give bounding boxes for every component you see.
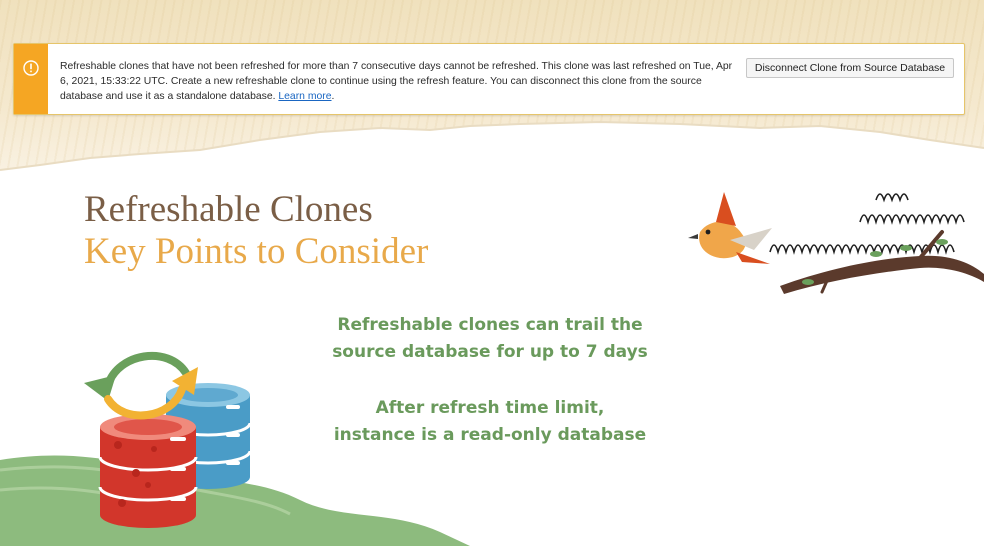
tree-branch [780, 230, 984, 294]
key-point-2-line-1: After refresh time limit, [375, 398, 605, 418]
key-point-1-line-2: source database for up to 7 days [332, 342, 648, 362]
refresh-warning-banner: Refreshable clones that have not been re… [13, 43, 965, 115]
key-point-2: After refresh time limit, instance is a … [300, 395, 680, 449]
bird-on-branch-illustration [688, 192, 984, 294]
slide-title: Refreshable Clones [84, 189, 373, 230]
learn-more-link[interactable]: Learn more [278, 91, 331, 102]
warning-message: Refreshable clones that have not been re… [60, 59, 740, 104]
disconnect-clone-button[interactable]: Disconnect Clone from Source Database [746, 58, 954, 78]
warning-stripe [14, 44, 48, 114]
key-point-1-line-1: Refreshable clones can trail the [337, 315, 643, 335]
warning-message-end: . [331, 91, 335, 102]
database-refresh-illustration [84, 352, 252, 528]
red-database-icon [98, 414, 198, 528]
warning-message-text: Refreshable clones that have not been re… [60, 61, 733, 102]
slide-subtitle: Key Points to Consider [84, 231, 429, 272]
key-point-1: Refreshable clones can trail the source … [300, 312, 680, 366]
bird-icon [688, 192, 772, 264]
key-point-2-line-2: instance is a read-only database [333, 425, 647, 445]
warning-icon [23, 60, 39, 76]
